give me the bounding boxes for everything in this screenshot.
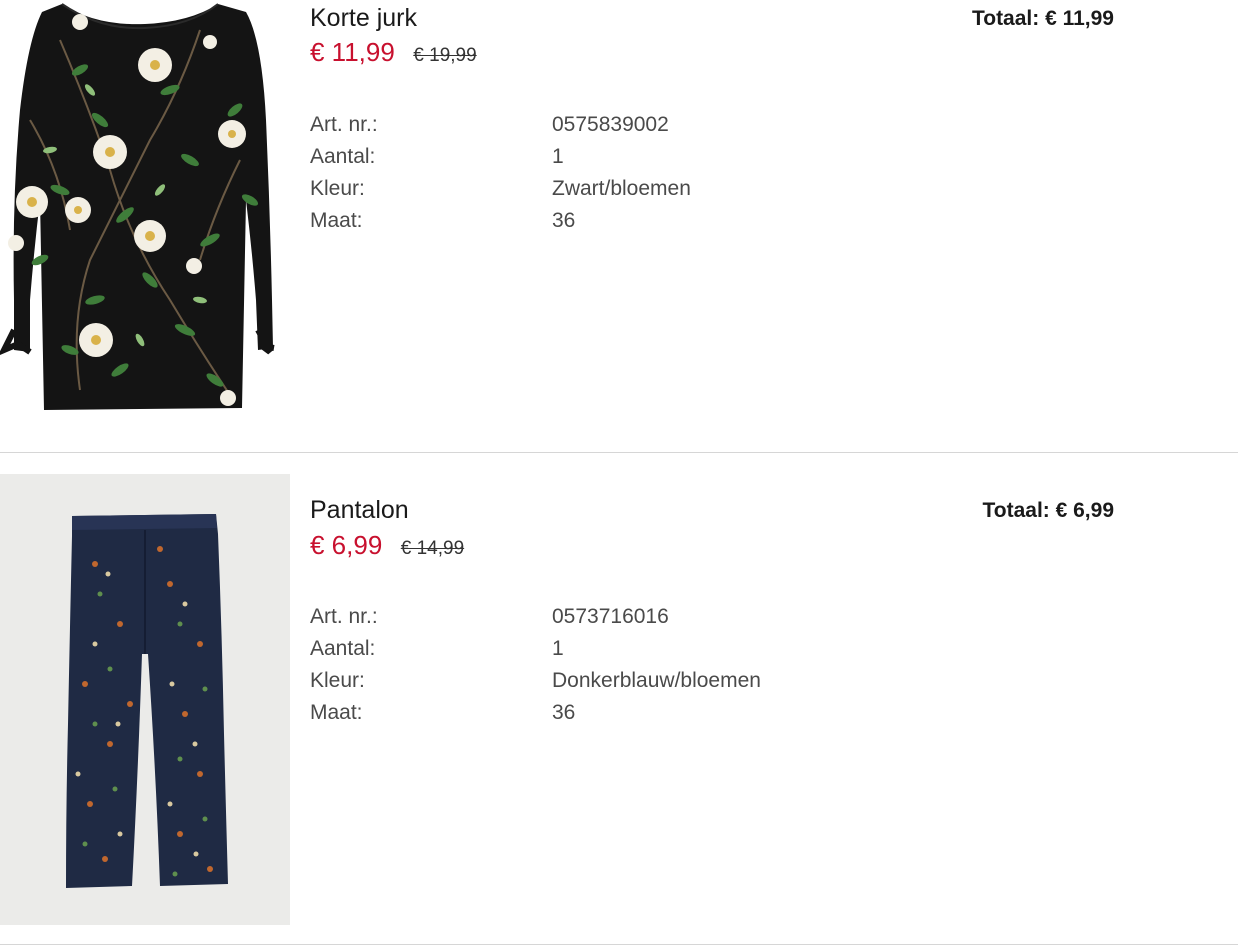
sale-price: € 11,99: [310, 37, 395, 67]
detail-row-size: Maat: 36: [310, 699, 910, 731]
detail-value: 0573716016: [552, 605, 669, 628]
detail-row-quantity: Aantal: 1: [310, 143, 910, 175]
detail-value: 36: [552, 701, 576, 724]
detail-value: 1: [552, 637, 564, 660]
detail-row-color: Kleur: Donkerblauw/bloemen: [310, 667, 910, 699]
product-title[interactable]: Pantalon: [310, 495, 409, 525]
detail-label: Kleur:: [310, 669, 365, 692]
detail-row-article: Art. nr.: 0573716016: [310, 603, 910, 635]
detail-value: 0575839002: [552, 113, 669, 136]
detail-label: Aantal:: [310, 637, 376, 660]
detail-value: 36: [552, 209, 576, 232]
detail-label: Aantal:: [310, 145, 376, 168]
detail-value: Donkerblauw/bloemen: [552, 669, 761, 692]
price-block: € 11,99 € 19,99: [310, 36, 477, 68]
dress-illustration: [0, 3, 275, 410]
line-total: Totaal: € 11,99: [971, 7, 1114, 30]
detail-value: Zwart/bloemen: [552, 177, 691, 200]
detail-label: Maat:: [310, 209, 363, 232]
detail-row-quantity: Aantal: 1: [310, 635, 910, 667]
product-title[interactable]: Korte jurk: [310, 3, 417, 33]
sale-price: € 6,99: [310, 530, 383, 560]
detail-label: Art. nr.:: [310, 113, 378, 136]
order-item: Pantalon € 6,99 € 14,99 Totaal: € 6,99 A…: [0, 453, 1238, 946]
item-divider: [0, 944, 1238, 945]
order-item: Korte jurk € 11,99 € 19,99 Totaal: € 11,…: [0, 0, 1238, 453]
product-image-trousers[interactable]: [0, 474, 290, 925]
product-details: Art. nr.: 0573716016 Aantal: 1 Kleur: Do…: [310, 603, 910, 731]
detail-value: 1: [552, 145, 564, 168]
product-details: Art. nr.: 0575839002 Aantal: 1 Kleur: Zw…: [310, 111, 910, 239]
detail-label: Maat:: [310, 701, 363, 724]
detail-label: Art. nr.:: [310, 605, 378, 628]
detail-label: Kleur:: [310, 177, 365, 200]
product-image-dress[interactable]: [0, 0, 290, 412]
original-price: € 19,99: [413, 45, 477, 66]
detail-row-color: Kleur: Zwart/bloemen: [310, 175, 910, 207]
price-block: € 6,99 € 14,99: [310, 529, 464, 561]
detail-row-size: Maat: 36: [310, 207, 910, 239]
detail-row-article: Art. nr.: 0575839002: [310, 111, 910, 143]
trousers-illustration: [66, 514, 228, 888]
original-price: € 14,99: [400, 538, 465, 559]
line-total: Totaal: € 6,99: [982, 499, 1115, 522]
